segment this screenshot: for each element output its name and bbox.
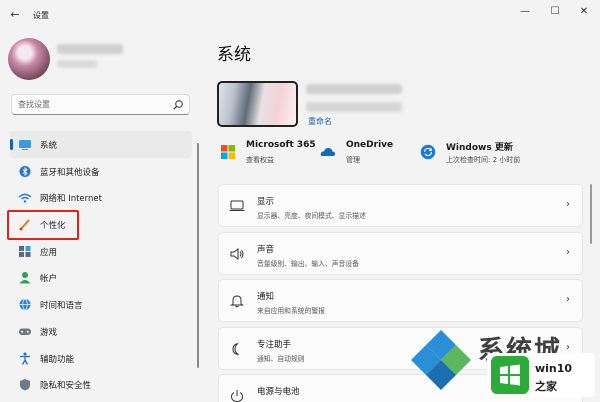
status-subtitle: 查看权益 [246,156,274,164]
search-icon[interactable] [172,99,184,111]
card-display[interactable]: 显示 显示器、亮度、夜间模式、显示描述 › [218,184,583,227]
card-subtitle: 来自应用和系统的警报 [257,307,325,315]
card-subtitle: 显示器、亮度、夜间模式、显示描述 [257,212,366,220]
minimize-button[interactable]: — [515,4,535,20]
card-notifications[interactable]: 通知 来自应用和系统的警报 › [218,279,583,322]
sidebar-item-label: 时间和语言 [40,301,83,312]
moon-icon [232,342,239,355]
status-title: Microsoft 365 [246,140,316,150]
bluetooth-icon [19,165,31,177]
system-icon [19,140,31,150]
sidebar-item-time-language[interactable]: 时间和语言 [10,291,192,318]
sidebar-item-label: 游戏 [40,327,58,338]
bell-icon [229,295,245,308]
status-onedrive[interactable]: OneDrive 管理 [320,139,400,169]
card-title: 声音 [257,244,275,255]
close-button[interactable]: ✕ [574,4,594,20]
status-microsoft365[interactable]: Microsoft 365 查看权益 [220,139,316,169]
status-title: OneDrive [346,140,394,150]
display-icon [229,200,245,211]
sidebar-item-label: 隐私和安全性 [40,381,92,392]
page-title: 系统 [217,45,251,65]
card-title: 通知 [257,292,275,302]
sidebar-item-label: 蓝牙和其他设备 [40,167,100,178]
avatar[interactable] [8,38,50,80]
sidebar-item-system[interactable]: 系统 [10,131,192,158]
sidebar-item-label: 系统 [40,141,58,151]
user-email-blurred [57,60,97,68]
sidebar-item-label: 帐户 [40,274,58,285]
status-windows-update[interactable]: Windows 更新 上次检查时间: 2 小时前 [420,139,580,169]
sidebar-item-label: 网络和 Internet [40,194,102,205]
onedrive-icon [320,147,336,156]
card-title: 显示 [257,197,275,207]
chevron-right-icon: › [566,199,570,210]
accessibility-icon [20,352,30,365]
sidebar-item-label: 应用 [40,247,58,258]
apps-icon [19,245,31,257]
status-subtitle: 管理 [346,156,360,164]
sidebar-item-label: 辅助功能 [40,354,75,365]
sidebar-item-gaming[interactable]: 游戏 [10,318,192,345]
globe-icon [19,298,31,311]
account-icon [19,272,31,284]
card-sound[interactable]: 声音 音量级别、输出、输入、声音设备 › [218,231,583,275]
search-box[interactable] [11,94,190,115]
sidebar-item-accessibility[interactable]: 辅助功能 [10,345,192,372]
user-name-blurred [57,44,123,54]
watermark-site-line2: 之家 [535,380,557,393]
card-subtitle: 通知、自动规则 [257,354,305,363]
chevron-right-icon: › [566,294,570,305]
gamepad-icon [19,328,31,335]
device-model-blurred [306,102,402,112]
wifi-icon [18,194,32,204]
card-subtitle: 音量级别、输出、输入、声音设备 [257,259,359,268]
watermark-logo-icon [411,330,471,390]
microsoft365-icon [221,145,235,159]
card-title: 专注助手 [257,339,292,350]
sidebar-scrollbar[interactable] [197,143,199,368]
app-title: 设置 [33,11,49,20]
watermark-site-line1: win10 [535,362,573,375]
windows-update-icon [420,144,436,160]
rename-link[interactable]: 重命名 [308,116,332,127]
shield-icon [20,379,30,391]
back-arrow-icon[interactable]: ← [8,8,22,22]
speaker-icon [230,247,244,260]
chevron-right-icon: › [566,246,570,258]
sidebar-nav: 系统 蓝牙和其他设备 网络和 Internet 个性化 应用 帐户 时间和语言 … [10,131,192,398]
main-scrollbar[interactable] [590,184,592,244]
maximize-button[interactable]: ☐ [545,4,565,20]
card-title: 电源与电池 [257,387,300,397]
device-wallpaper-thumbnail [217,81,298,127]
sidebar-item-network[interactable]: 网络和 Internet [10,184,192,211]
sidebar-item-bluetooth[interactable]: 蓝牙和其他设备 [10,158,192,185]
device-name-blurred [306,84,402,94]
title-bar: ← 设置 — ☐ ✕ [0,0,600,30]
sidebar-item-apps[interactable]: 应用 [10,238,192,265]
personalization-highlight-box [7,210,79,240]
status-title: Windows 更新 [446,143,513,153]
power-icon [230,390,244,402]
status-subtitle: 上次检查时间: 2 小时前 [446,156,521,164]
windows-logo-icon [491,356,529,394]
chevron-right-icon: › [566,341,570,353]
search-input[interactable] [18,98,168,111]
sidebar-item-privacy[interactable]: 隐私和安全性 [10,371,192,398]
sidebar-item-accounts[interactable]: 帐户 [10,264,192,291]
